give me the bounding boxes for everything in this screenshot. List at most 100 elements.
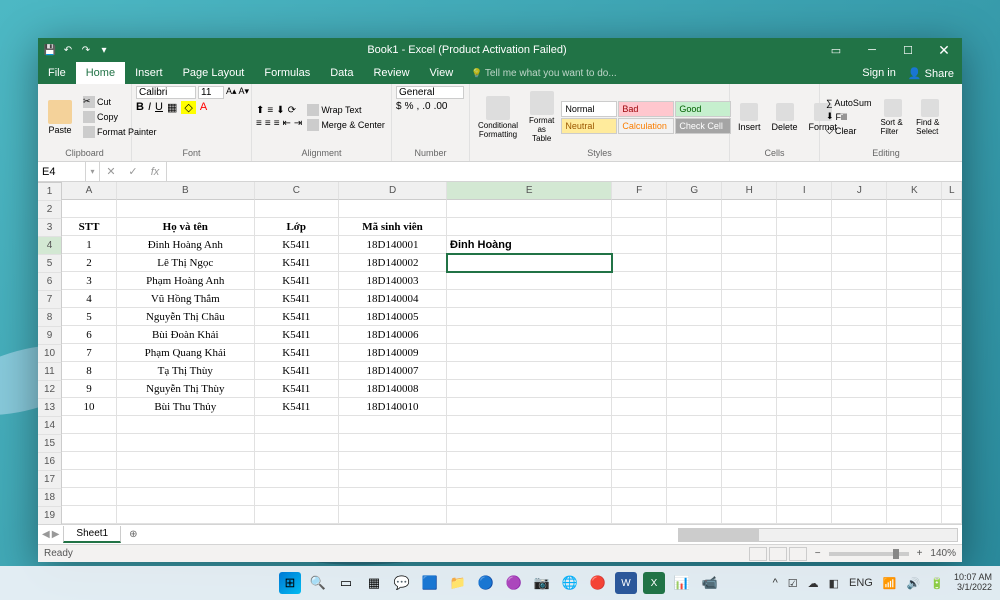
cell-C2[interactable]: Lớp: [255, 218, 339, 236]
excel-taskbar-icon[interactable]: X: [643, 572, 665, 594]
cell-L15[interactable]: [942, 452, 962, 470]
cell-A10[interactable]: 8: [62, 362, 117, 380]
col-header-L[interactable]: L: [942, 182, 962, 200]
cell-C3[interactable]: K54I1: [255, 236, 339, 254]
cell-C18[interactable]: [255, 506, 339, 524]
increase-font-icon[interactable]: A▴: [226, 86, 237, 99]
row-header-17[interactable]: 17: [38, 471, 62, 489]
cell-L2[interactable]: [942, 218, 962, 236]
cell-H13[interactable]: [722, 416, 777, 434]
tab-file[interactable]: File: [38, 62, 76, 84]
decrease-decimal-icon[interactable]: .00: [434, 101, 448, 112]
app-icon-3[interactable]: 🟣: [503, 572, 525, 594]
cell-H5[interactable]: [722, 272, 777, 290]
cell-L16[interactable]: [942, 470, 962, 488]
cell-G1[interactable]: [667, 200, 722, 218]
cell-B15[interactable]: [117, 452, 254, 470]
conditional-formatting-button[interactable]: Conditional Formatting: [474, 94, 522, 141]
align-middle-icon[interactable]: ≡: [267, 105, 273, 116]
cell-G7[interactable]: [667, 308, 722, 326]
cell-B11[interactable]: Nguyễn Thị Thùy: [117, 380, 254, 398]
row-header-7[interactable]: 7: [38, 291, 62, 309]
cell-J10[interactable]: [832, 362, 887, 380]
cell-E3[interactable]: Đinh Hoàng: [447, 236, 612, 254]
redo-icon[interactable]: ↷: [78, 42, 94, 58]
row-header-13[interactable]: 13: [38, 399, 62, 417]
paste-button[interactable]: Paste: [42, 98, 78, 137]
app-icon-1[interactable]: 🟦: [419, 572, 441, 594]
cell-J9[interactable]: [832, 344, 887, 362]
font-size-select[interactable]: [198, 86, 224, 99]
row-header-1[interactable]: 1: [38, 183, 62, 201]
sign-in-link[interactable]: Sign in: [862, 67, 896, 80]
cell-D8[interactable]: 18D140006: [339, 326, 447, 344]
font-name-select[interactable]: [136, 86, 196, 99]
cell-C14[interactable]: [255, 434, 339, 452]
cell-A7[interactable]: 5: [62, 308, 117, 326]
row-header-8[interactable]: 8: [38, 309, 62, 327]
col-header-F[interactable]: F: [612, 182, 667, 200]
cell-B4[interactable]: Lê Thị Ngọc: [117, 254, 254, 272]
decrease-font-icon[interactable]: A▾: [239, 86, 250, 99]
insert-cells-button[interactable]: Insert: [734, 101, 765, 134]
cell-E13[interactable]: [447, 416, 612, 434]
start-button[interactable]: ⊞: [279, 572, 301, 594]
cell-C17[interactable]: [255, 488, 339, 506]
cell-H8[interactable]: [722, 326, 777, 344]
cell-G11[interactable]: [667, 380, 722, 398]
cell-A12[interactable]: 10: [62, 398, 117, 416]
style-neutral[interactable]: Neutral: [561, 118, 617, 134]
close-button[interactable]: ✕: [926, 38, 962, 62]
horizontal-scrollbar[interactable]: [678, 528, 958, 542]
underline-button[interactable]: U: [155, 101, 163, 114]
cell-F15[interactable]: [612, 452, 667, 470]
cell-K13[interactable]: [887, 416, 942, 434]
cell-D9[interactable]: 18D140009: [339, 344, 447, 362]
cell-E9[interactable]: [447, 344, 612, 362]
cell-C13[interactable]: [255, 416, 339, 434]
col-header-H[interactable]: H: [722, 182, 777, 200]
cell-L5[interactable]: [942, 272, 962, 290]
cell-J5[interactable]: [832, 272, 887, 290]
cell-C11[interactable]: K54I1: [255, 380, 339, 398]
cell-L11[interactable]: [942, 380, 962, 398]
cell-I9[interactable]: [777, 344, 832, 362]
row-header-16[interactable]: 16: [38, 453, 62, 471]
cell-I18[interactable]: [777, 506, 832, 524]
find-select-button[interactable]: Find & Select: [912, 97, 948, 138]
cell-L3[interactable]: [942, 236, 962, 254]
cell-J14[interactable]: [832, 434, 887, 452]
cell-D4[interactable]: 18D140002: [339, 254, 447, 272]
sort-filter-button[interactable]: Sort & Filter: [876, 97, 909, 138]
app-icon-5[interactable]: 🔴: [587, 572, 609, 594]
row-header-6[interactable]: 6: [38, 273, 62, 291]
cell-C1[interactable]: [255, 200, 339, 218]
cell-H9[interactable]: [722, 344, 777, 362]
cell-H12[interactable]: [722, 398, 777, 416]
cell-I2[interactable]: [777, 218, 832, 236]
cell-G3[interactable]: [667, 236, 722, 254]
cell-F13[interactable]: [612, 416, 667, 434]
cell-H17[interactable]: [722, 488, 777, 506]
orientation-icon[interactable]: ⟳: [288, 105, 296, 116]
zoom-out-button[interactable]: −: [815, 548, 821, 559]
cell-D5[interactable]: 18D140003: [339, 272, 447, 290]
cell-K9[interactable]: [887, 344, 942, 362]
increase-decimal-icon[interactable]: .0: [422, 101, 430, 112]
cell-G18[interactable]: [667, 506, 722, 524]
cell-I15[interactable]: [777, 452, 832, 470]
cell-B12[interactable]: Bùi Thu Thủy: [117, 398, 254, 416]
cell-D12[interactable]: 18D140010: [339, 398, 447, 416]
cell-K14[interactable]: [887, 434, 942, 452]
cell-H14[interactable]: [722, 434, 777, 452]
tray-chevron-icon[interactable]: ^: [773, 577, 778, 589]
tab-home[interactable]: Home: [76, 62, 125, 84]
cancel-formula-icon[interactable]: ✕: [100, 162, 122, 181]
cell-H18[interactable]: [722, 506, 777, 524]
cell-B16[interactable]: [117, 470, 254, 488]
cell-E4[interactable]: [447, 254, 612, 272]
sheet-tab-sheet1[interactable]: Sheet1: [63, 526, 121, 543]
cell-F14[interactable]: [612, 434, 667, 452]
cell-E11[interactable]: [447, 380, 612, 398]
chat-icon[interactable]: 💬: [391, 572, 413, 594]
